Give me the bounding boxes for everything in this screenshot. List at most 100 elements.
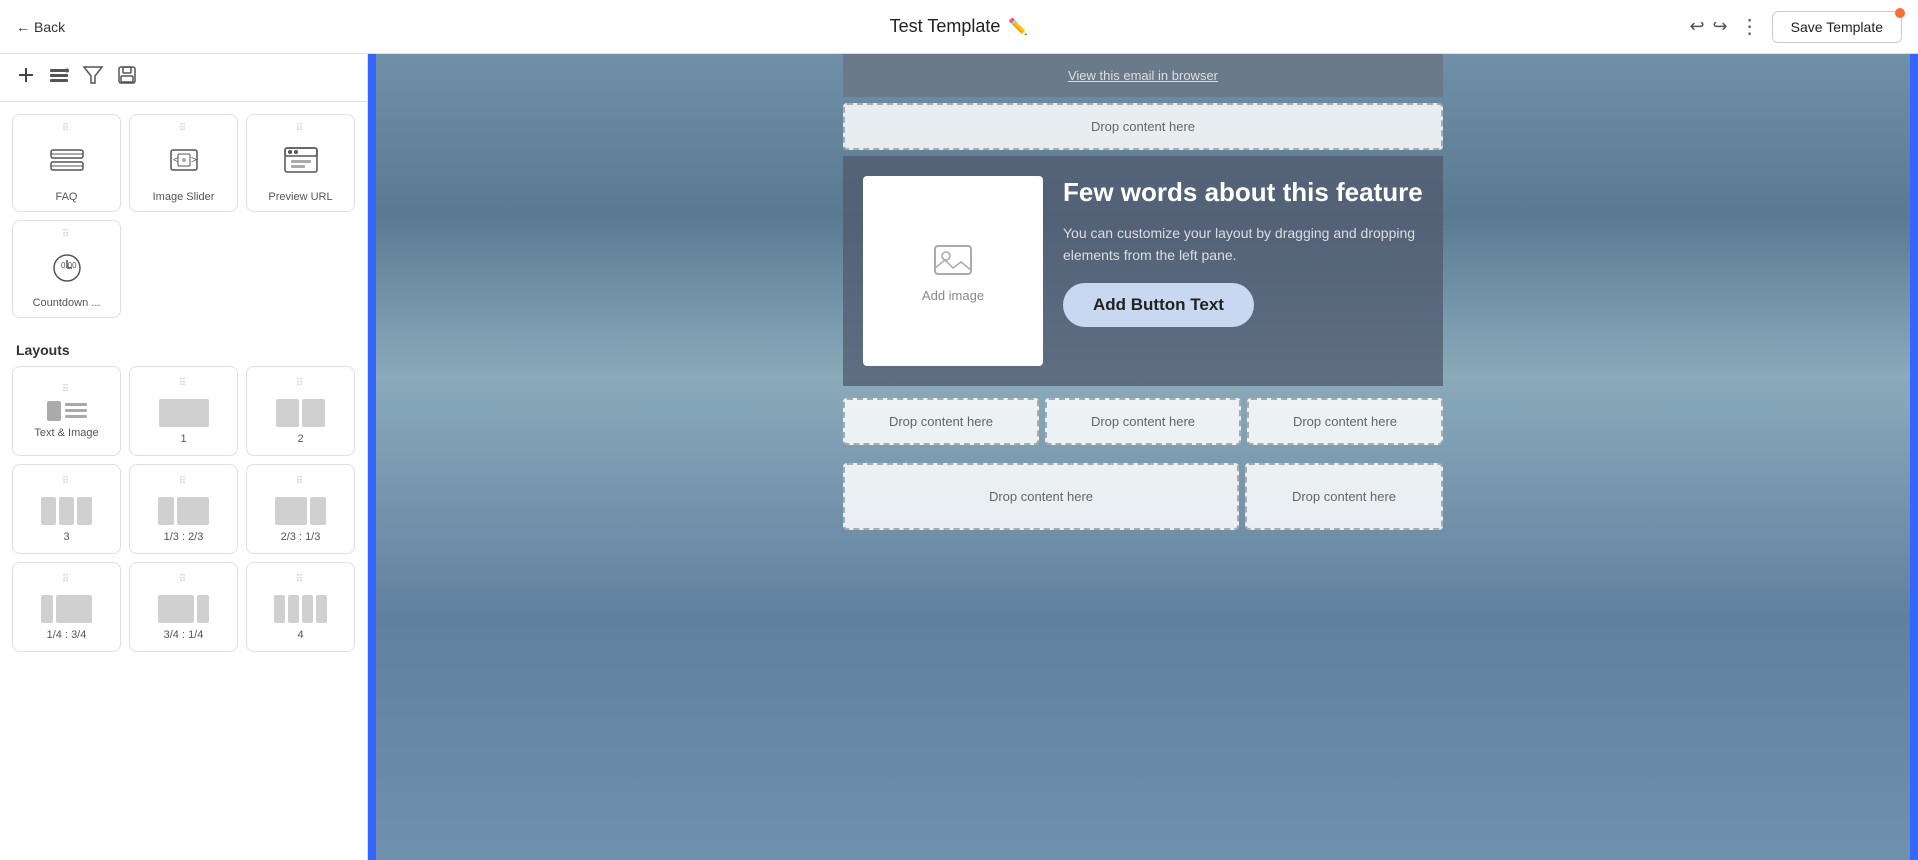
browser-link[interactable]: View this email in browser	[1068, 68, 1218, 83]
drag-handle: ⠿	[296, 123, 305, 134]
layout-2-3-1-3-label: 2/3 : 1/3	[281, 531, 321, 543]
right-border	[1910, 54, 1918, 860]
edit-icon[interactable]: ✏️	[1008, 17, 1028, 37]
plus-icon	[16, 65, 36, 85]
undo-button[interactable]: ↩	[1689, 16, 1704, 37]
layout-1-3-2-3[interactable]: ⠿ 1/3 : 2/3	[129, 464, 238, 554]
layout-text-image[interactable]: ⠿ Text & Image	[12, 366, 121, 456]
component-image-slider[interactable]: ⠿ < > Image Slider	[129, 114, 238, 212]
layouts-section-title: Layouts	[0, 330, 367, 366]
layout-2col[interactable]: ⠿ 2	[246, 366, 355, 456]
image-slider-icon: < >	[166, 142, 202, 185]
drag-handle: ⠿	[62, 229, 71, 240]
layout-1-4-3-4-label: 1/4 : 3/4	[47, 629, 87, 641]
back-arrow-icon: ←	[16, 19, 30, 35]
layout-4col-label: 4	[297, 629, 303, 641]
drop-zone-col3[interactable]: Drop content here	[1247, 398, 1443, 445]
layout-1col[interactable]: ⠿ 1	[129, 366, 238, 456]
svg-text:0:00: 0:00	[61, 261, 77, 270]
back-label: Back	[34, 19, 65, 35]
add-button-text[interactable]: Add Button Text	[1063, 283, 1254, 327]
layout-4col-preview	[255, 595, 346, 623]
feature-image-box[interactable]: Add image	[863, 176, 1043, 366]
drag-handle: ⠿	[62, 123, 71, 134]
topbar-right: ↩ ↪ ⋮ Save Template	[1689, 11, 1902, 43]
layout-2-3-1-3-preview	[255, 497, 346, 525]
canvas-inner: View this email in browser Drop content …	[368, 54, 1918, 860]
drag-handle: ⠿	[62, 574, 71, 585]
filter-button[interactable]	[82, 64, 104, 92]
redo-button[interactable]: ↪	[1713, 16, 1728, 37]
layout-text-image-label: Text & Image	[34, 427, 98, 439]
component-countdown[interactable]: ⠿ 0:00 Countdown ...	[12, 220, 121, 318]
component-preview-url[interactable]: ⠿ Preview URL	[246, 114, 355, 212]
add-image-text: Add image	[922, 288, 984, 303]
feature-desc: You can customize your layout by draggin…	[1063, 222, 1423, 267]
drag-handle: ⠿	[296, 476, 305, 487]
save-icon	[116, 64, 138, 86]
more-options-button[interactable]: ⋮	[1740, 14, 1760, 39]
preview-url-icon	[283, 142, 319, 185]
image-slider-label: Image Slider	[153, 191, 215, 203]
component-faq[interactable]: ⠿ FAQ	[12, 114, 121, 212]
two-col-drop-zones: Drop content here Drop content here	[843, 457, 1443, 536]
second-toolbar	[0, 54, 367, 102]
browser-link-bar: View this email in browser	[843, 54, 1443, 97]
layout-3-4-1-4-label: 3/4 : 1/4	[164, 629, 204, 641]
countdown-label: Countdown ...	[33, 297, 101, 309]
drag-handle: ⠿	[179, 476, 188, 487]
left-border	[368, 54, 376, 860]
layout-1-4-3-4-preview	[21, 595, 112, 623]
components-grid: ⠿ FAQ ⠿ < >	[0, 102, 367, 330]
drop-zone-col2[interactable]: Drop content here	[1045, 398, 1241, 445]
layout-2col-label: 2	[297, 433, 303, 445]
three-col-drop-zones: Drop content here Drop content here Drop…	[843, 392, 1443, 451]
drag-handle: ⠿	[179, 123, 188, 134]
add-image-icon	[933, 240, 973, 280]
drop-zone-top[interactable]: Drop content here	[843, 103, 1443, 150]
layout-2col-preview	[255, 399, 346, 427]
layout-3col-preview	[21, 497, 112, 525]
topbar: ← Back Test Template ✏️ ↩ ↪ ⋮ Save Templ…	[0, 0, 1918, 54]
preview-url-label: Preview URL	[268, 191, 332, 203]
drop-zone-2col-1[interactable]: Drop content here	[843, 463, 1239, 530]
layout-1-3-2-3-label: 1/3 : 2/3	[164, 531, 204, 543]
drag-handle: ⠿	[296, 574, 305, 585]
undo-redo-group: ↩ ↪	[1689, 16, 1727, 37]
left-panel: ⠿ FAQ ⠿ < >	[0, 54, 368, 860]
drag-handle: ⠿	[62, 476, 71, 487]
layouts-grid: ⠿ Text & Image ⠿ 1	[0, 366, 367, 664]
feature-block: Add image Few words about this feature Y…	[843, 156, 1443, 386]
layout-1-4-3-4[interactable]: ⠿ 1/4 : 3/4	[12, 562, 121, 652]
canvas-area: View this email in browser Drop content …	[368, 54, 1918, 860]
drag-handle: ⠿	[296, 378, 305, 389]
drop-zone-col1[interactable]: Drop content here	[843, 398, 1039, 445]
layout-3col-label: 3	[63, 531, 69, 543]
save-template-button[interactable]: Save Template	[1772, 11, 1902, 43]
layout-3-4-1-4[interactable]: ⠿ 3/4 : 1/4	[129, 562, 238, 652]
layout-4col[interactable]: ⠿ 4	[246, 562, 355, 652]
layers-icon	[48, 64, 70, 86]
feature-heading: Few words about this feature	[1063, 176, 1423, 210]
faq-icon	[49, 142, 85, 185]
drag-handle: ⠿	[179, 378, 188, 389]
add-element-button[interactable]	[16, 65, 36, 91]
layout-1col-label: 1	[180, 433, 186, 445]
text-image-preview	[47, 401, 87, 421]
layout-1-3-2-3-preview	[138, 497, 229, 525]
feature-text: Few words about this feature You can cus…	[1063, 176, 1423, 327]
filter-icon	[82, 64, 104, 86]
layers-button[interactable]	[48, 64, 70, 92]
email-container: View this email in browser Drop content …	[843, 54, 1443, 860]
drop-zone-2col-2[interactable]: Drop content here	[1245, 463, 1443, 530]
back-button[interactable]: ← Back	[16, 19, 65, 35]
layout-3col[interactable]: ⠿ 3	[12, 464, 121, 554]
template-title: Test Template	[890, 16, 1001, 37]
save-draft-button[interactable]	[116, 64, 138, 92]
layout-3-4-1-4-preview	[138, 595, 229, 623]
layout-2-3-1-3[interactable]: ⠿ 2/3 : 1/3	[246, 464, 355, 554]
layout-1col-preview	[138, 399, 229, 427]
svg-text:>: >	[191, 155, 197, 166]
topbar-left: ← Back	[16, 19, 65, 35]
main-layout: ⠿ FAQ ⠿ < >	[0, 54, 1918, 860]
